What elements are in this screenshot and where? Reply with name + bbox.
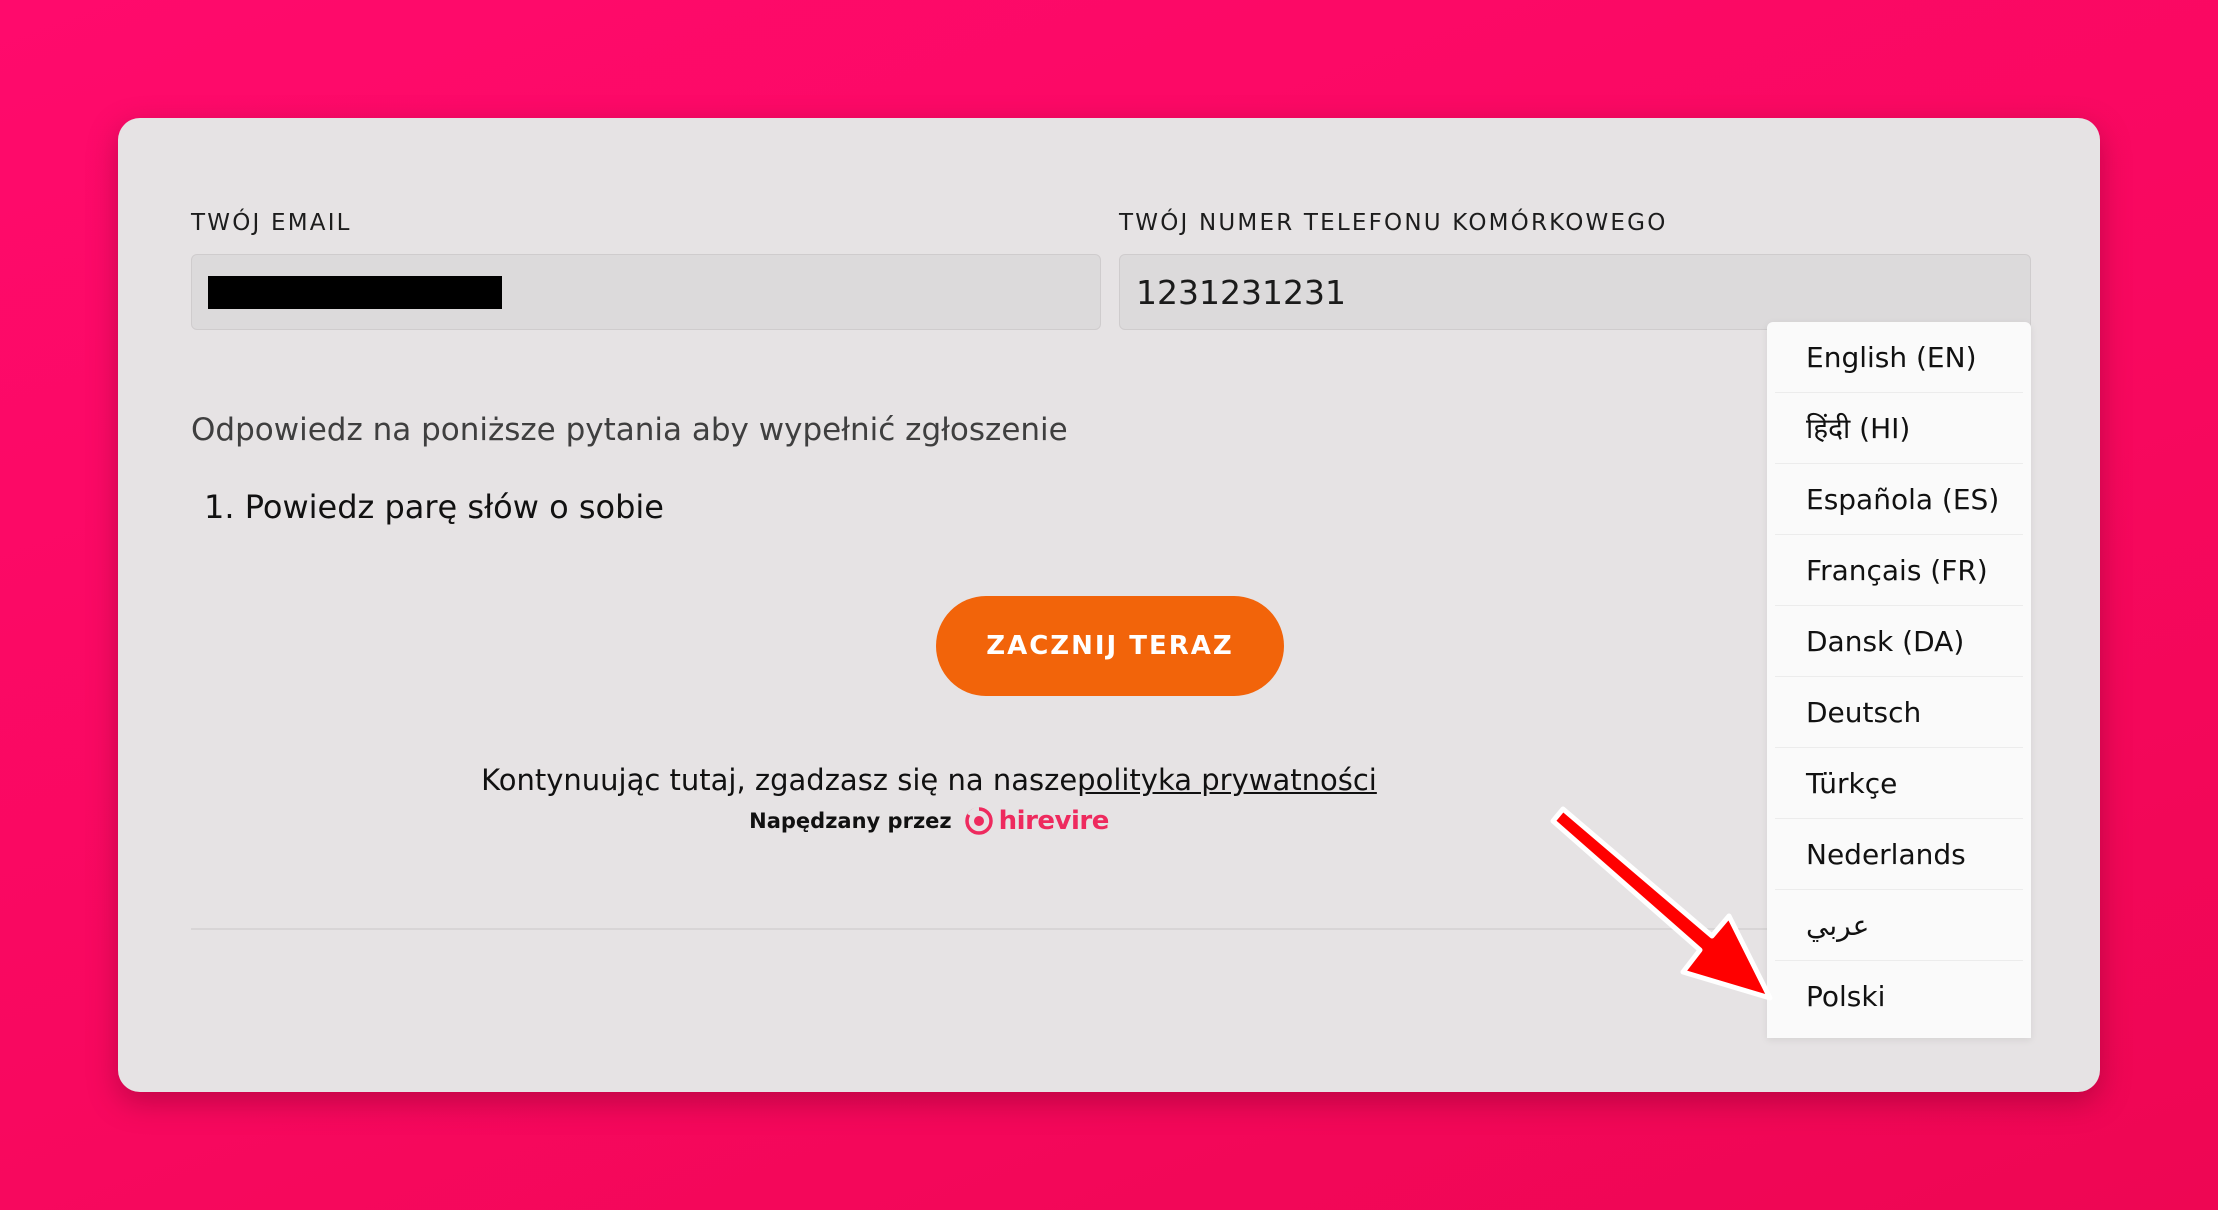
- consent-text: Kontynuując tutaj, zgadzasz się na nasze…: [118, 763, 1740, 797]
- language-option-fr[interactable]: Français (FR): [1775, 535, 2023, 606]
- powered-by-label: Napędzany przez: [749, 809, 952, 833]
- language-option-ar[interactable]: عربي: [1775, 890, 2023, 961]
- powered-by: Napędzany przez hirevire: [118, 806, 1740, 836]
- privacy-policy-link[interactable]: polityka prywatności: [1077, 763, 1377, 797]
- redacted-email-value: [208, 275, 502, 309]
- language-option-da[interactable]: Dansk (DA): [1775, 606, 2023, 677]
- language-option-pl[interactable]: Polski: [1775, 961, 2023, 1032]
- language-option-en[interactable]: English (EN): [1775, 322, 2023, 393]
- question-item: 1. Powiedz parę słów o sobie: [204, 488, 664, 526]
- email-label: TWÓJ EMAIL: [191, 210, 352, 236]
- instructions-text: Odpowiedz na poniższe pytania aby wypełn…: [191, 412, 1068, 448]
- language-option-hi[interactable]: हिंदी (HI): [1775, 393, 2023, 464]
- language-dropdown[interactable]: English (EN) हिंदी (HI) Española (ES) Fr…: [1767, 322, 2031, 1038]
- start-now-button[interactable]: ZACZNIJ TERAZ: [936, 596, 1284, 696]
- hirevire-logo-icon: [964, 807, 993, 835]
- language-option-tr[interactable]: Türkçe: [1775, 748, 2023, 819]
- consent-label: Kontynuując tutaj, zgadzasz się na nasze: [481, 763, 1078, 797]
- hirevire-wordmark: hirevire: [998, 806, 1110, 836]
- language-option-nl[interactable]: Nederlands: [1775, 819, 2023, 890]
- red-arrow-annotation: [1550, 806, 1773, 1001]
- language-option-es[interactable]: Española (ES): [1775, 464, 2023, 535]
- phone-field[interactable]: 1231231231: [1119, 254, 2031, 330]
- phone-label: TWÓJ NUMER TELEFONU KOMÓRKOWEGO: [1119, 210, 1668, 236]
- hirevire-logo[interactable]: hirevire: [964, 806, 1109, 836]
- language-option-de[interactable]: Deutsch: [1775, 677, 2023, 748]
- email-field[interactable]: [191, 254, 1101, 330]
